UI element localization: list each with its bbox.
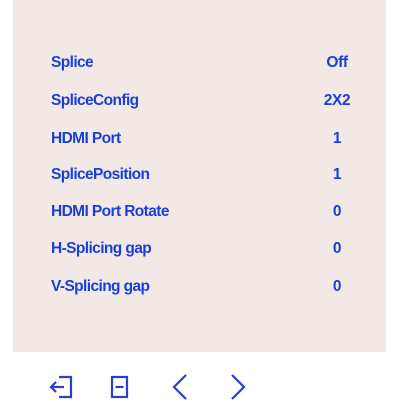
- menu-icon: [110, 375, 129, 399]
- previous-button[interactable]: [164, 370, 196, 404]
- menu-button[interactable]: [104, 370, 136, 404]
- menu-label-v-splicing-gap: V-Splicing gap: [51, 278, 150, 295]
- menu-value-v-splicing-gap: 0: [332, 278, 342, 295]
- next-button[interactable]: [222, 370, 254, 404]
- osd-nav-bar: [0, 360, 400, 412]
- menu-label-hdmi-port: HDMI Port: [51, 130, 121, 147]
- menu-value-hdmi-port-rotate: 0: [332, 203, 342, 220]
- menu-value-splice-config: 2X2: [323, 92, 351, 109]
- exit-icon: [49, 375, 73, 399]
- osd-menu-panel: Splice Off SpliceConfig 2X2 HDMI Port 1 …: [13, 0, 386, 352]
- menu-row-hdmi-port-rotate[interactable]: HDMI Port Rotate 0: [13, 197, 386, 227]
- menu-row-splice[interactable]: Splice Off: [13, 48, 386, 78]
- menu-row-splice-position[interactable]: SplicePosition 1: [13, 160, 386, 190]
- menu-label-h-splicing-gap: H-Splicing gap: [51, 240, 152, 257]
- exit-button[interactable]: [46, 370, 78, 404]
- menu-label-splice-config: SpliceConfig: [51, 92, 139, 109]
- menu-row-splice-config[interactable]: SpliceConfig 2X2: [13, 86, 386, 116]
- menu-label-splice-position: SplicePosition: [51, 166, 150, 183]
- menu-value-splice-position: 1: [332, 166, 342, 183]
- menu-value-hdmi-port: 1: [332, 130, 342, 147]
- menu-label-splice: Splice: [51, 54, 94, 71]
- chevron-right-icon: [231, 374, 246, 400]
- menu-row-hdmi-port[interactable]: HDMI Port 1: [13, 124, 386, 154]
- chevron-left-icon: [172, 374, 187, 400]
- menu-value-h-splicing-gap: 0: [332, 240, 342, 257]
- menu-value-splice: Off: [326, 54, 348, 71]
- menu-row-h-splicing-gap[interactable]: H-Splicing gap 0: [13, 234, 386, 264]
- menu-label-hdmi-port-rotate: HDMI Port Rotate: [51, 203, 169, 220]
- menu-row-v-splicing-gap[interactable]: V-Splicing gap 0: [13, 272, 386, 302]
